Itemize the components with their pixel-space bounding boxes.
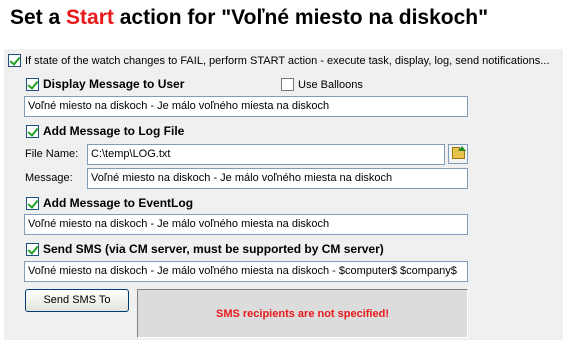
display-message-input[interactable]: Voľné miesto na diskoch - Je málo voľnéh…	[24, 96, 468, 117]
title-suffix: action for "Voľné miesto na diskoch"	[113, 6, 489, 29]
event-log-checkbox[interactable]	[26, 197, 39, 210]
fail-action-label: If state of the watch changes to FAIL, p…	[25, 55, 550, 67]
use-balloons-checkbox[interactable]	[281, 78, 294, 91]
message-label: Message:	[25, 172, 73, 184]
folder-open-icon	[452, 147, 465, 159]
title-accent: Start	[66, 6, 114, 29]
send-sms-checkbox[interactable]	[26, 243, 39, 256]
fail-action-checkbox[interactable]	[8, 54, 21, 67]
log-file-label: Add Message to Log File	[43, 124, 185, 138]
page-title: Set a Start action for "Voľné miesto na …	[10, 6, 488, 30]
event-log-input[interactable]: Voľné miesto na diskoch - Je málo voľnéh…	[24, 214, 468, 235]
sms-message-input[interactable]: Voľné miesto na diskoch - Je málo voľnéh…	[24, 261, 468, 282]
browse-button[interactable]	[448, 144, 468, 164]
title-prefix: Set a	[10, 6, 67, 29]
log-message-input[interactable]: Voľné miesto na diskoch - Je málo voľnéh…	[87, 168, 468, 189]
sms-status-text: SMS recipients are not specified!	[216, 307, 389, 320]
log-file-checkbox[interactable]	[26, 125, 39, 138]
arrow-up-icon	[458, 146, 466, 151]
file-name-input[interactable]: C:\temp\LOG.txt	[87, 144, 445, 165]
send-sms-label: Send SMS (via CM server, must be support…	[43, 242, 384, 256]
use-balloons-label: Use Balloons	[298, 79, 363, 91]
display-message-label: Display Message to User	[43, 77, 185, 91]
event-log-label: Add Message to EventLog	[43, 196, 194, 210]
send-sms-to-button[interactable]: Send SMS To	[25, 289, 129, 312]
sms-status-box: SMS recipients are not specified!	[137, 289, 468, 338]
display-message-checkbox[interactable]	[26, 78, 39, 91]
file-name-label: File Name:	[25, 148, 79, 160]
